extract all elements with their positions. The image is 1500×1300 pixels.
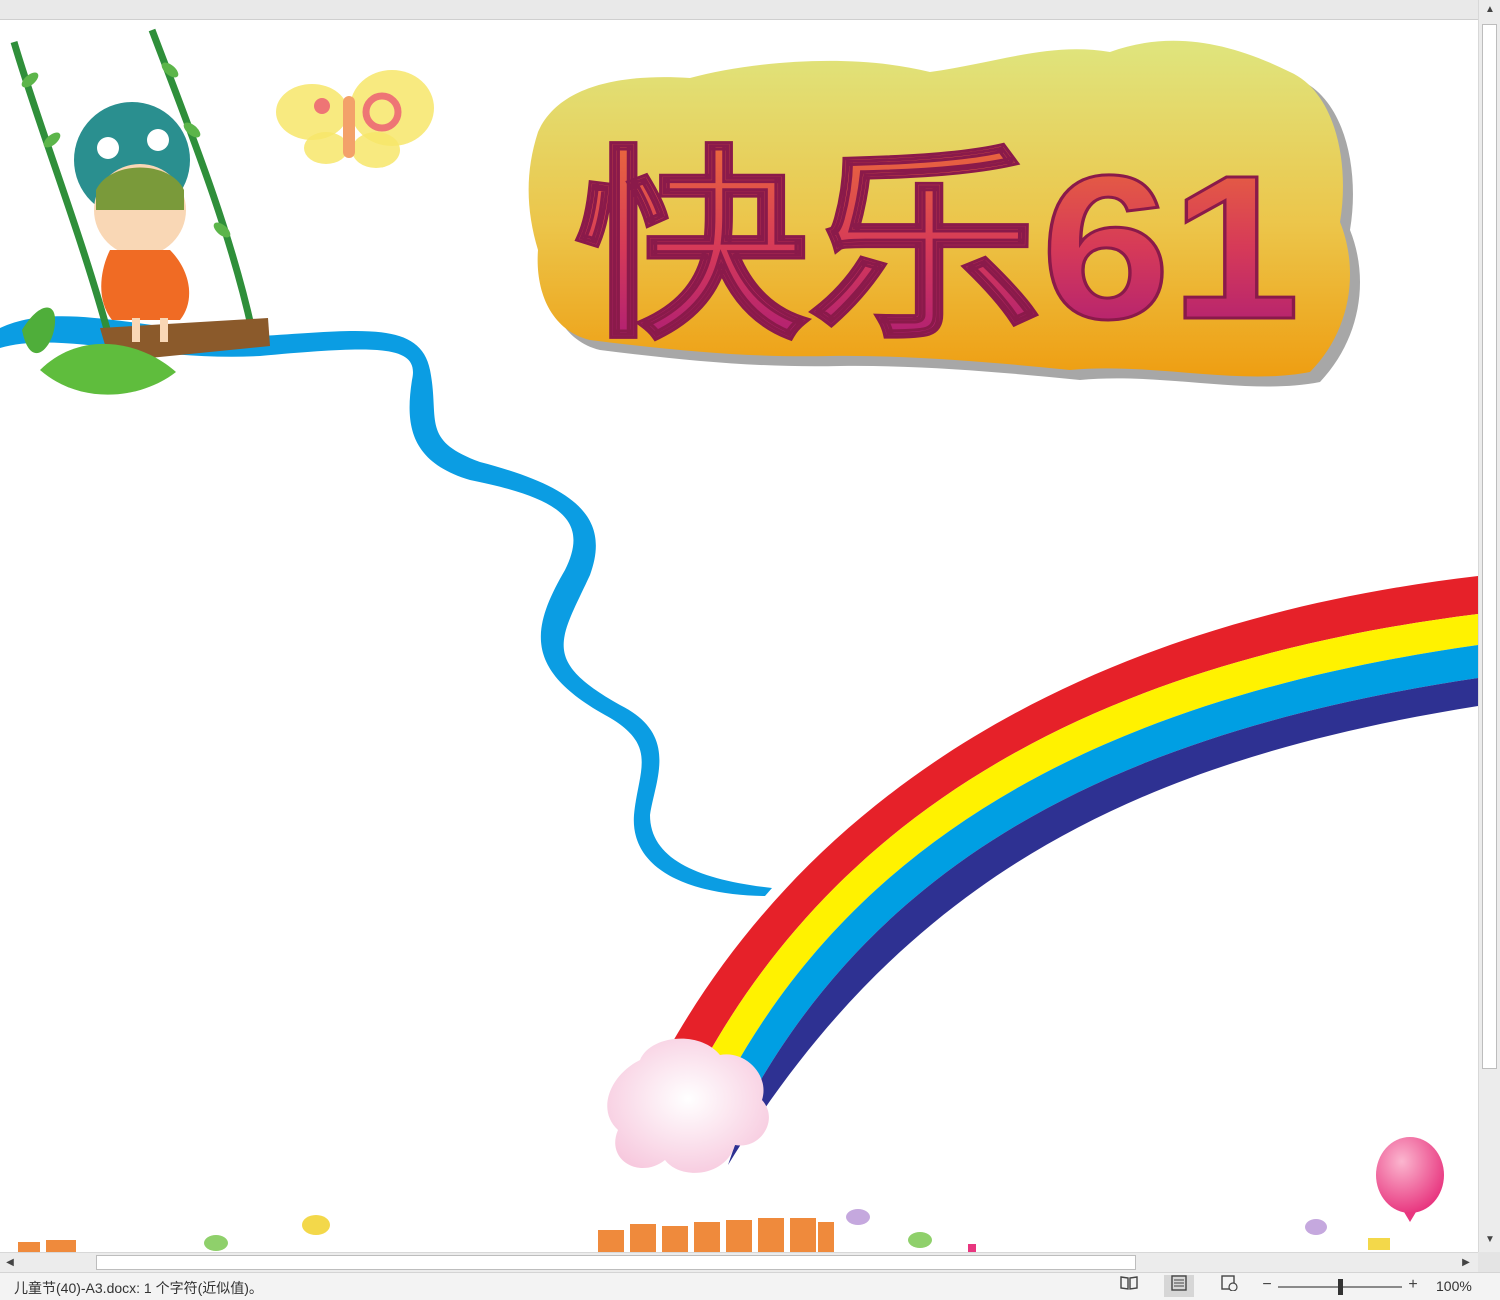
page-icon <box>1171 1275 1187 1291</box>
horizontal-scroll-thumb[interactable] <box>96 1255 1136 1270</box>
document-status-text[interactable]: 儿童节(40)-A3.docx: 1 个字符(近似值)。 <box>14 1278 263 1298</box>
scroll-down-arrow-icon[interactable]: ▼ <box>1479 1230 1500 1250</box>
zoom-slider-thumb[interactable] <box>1337 1279 1343 1295</box>
word-window: 快乐61 ▲ ▼ ◀ ▶ 儿童节(40)-A3.docx: 1 个字符(近似值)… <box>0 0 1500 1300</box>
poster-artwork: 快乐61 <box>0 28 1478 1252</box>
scroll-left-arrow-icon[interactable]: ◀ <box>0 1253 20 1273</box>
ruler-strip <box>0 0 1500 20</box>
butterfly-icon <box>276 70 434 168</box>
horizontal-scrollbar[interactable]: ◀ ▶ <box>0 1252 1478 1272</box>
web-layout-button[interactable] <box>1214 1275 1244 1297</box>
balloon-icon <box>1376 1137 1444 1222</box>
fence-decoration <box>18 1218 834 1252</box>
status-bar: 儿童节(40)-A3.docx: 1 个字符(近似值)。 − + 100% <box>0 1272 1500 1300</box>
river-stream <box>0 316 772 896</box>
scroll-up-arrow-icon[interactable]: ▲ <box>1479 0 1500 20</box>
book-icon <box>1120 1276 1138 1290</box>
title-text: 快乐61 <box>575 133 1300 362</box>
zoom-level-label[interactable]: 100% <box>1436 1278 1472 1294</box>
web-icon <box>1221 1275 1238 1292</box>
scroll-right-arrow-icon[interactable]: ▶ <box>1456 1253 1476 1273</box>
vertical-scrollbar[interactable]: ▲ ▼ <box>1478 0 1500 1252</box>
scrollbar-corner <box>1478 1252 1500 1272</box>
title-sign: 快乐61 <box>528 40 1360 387</box>
read-mode-button[interactable] <box>1114 1275 1144 1297</box>
zoom-out-button[interactable]: − <box>1260 1276 1274 1294</box>
print-layout-button[interactable] <box>1164 1275 1194 1297</box>
zoom-in-button[interactable]: + <box>1406 1276 1420 1294</box>
document-page[interactable]: 快乐61 <box>0 20 1478 1252</box>
vertical-scroll-thumb[interactable] <box>1482 24 1497 1069</box>
